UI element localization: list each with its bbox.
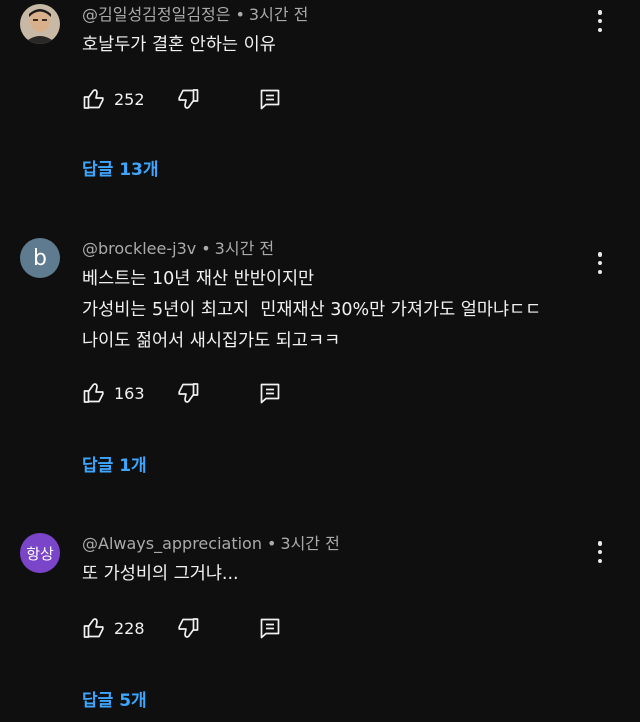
comment-actions: 163 [82, 379, 322, 407]
view-replies-button[interactable]: 답글 5개 [82, 686, 147, 711]
comment-line: 베스트는 10년 재산 반반이지만 [82, 269, 315, 289]
comment-actions: 252 [82, 85, 322, 113]
comment-line: 호날두가 결혼 안하는 이유 [82, 35, 276, 55]
comment-text: 또 가성비의 그거냐... [82, 559, 602, 590]
comment-author[interactable]: @김일성김정일김정은 [82, 5, 230, 24]
meta-separator: • [201, 239, 211, 258]
comment-reply-icon [260, 618, 280, 639]
like-button[interactable]: 163 [82, 379, 145, 407]
like-count: 228 [114, 618, 145, 638]
comment-text: 호날두가 결혼 안하는 이유 [82, 30, 602, 61]
comment-line: 또 가성비의 그거냐... [82, 564, 239, 584]
comment-time[interactable]: 3시간 전 [215, 239, 274, 258]
like-count: 252 [114, 89, 145, 109]
user-photo-icon [20, 4, 60, 44]
comment-text: 베스트는 10년 재산 반반이지만가성비는 5년이 최고지 민재재산 30%만 … [82, 264, 602, 357]
comment-meta: @Always_appreciation • 3시간 전 [82, 533, 340, 555]
thumbs-down-icon [178, 618, 199, 638]
dislike-button[interactable] [176, 614, 200, 642]
more-options-icon[interactable] [588, 8, 612, 34]
avatar[interactable]: 항상 [20, 533, 60, 573]
comment-line: 가성비는 5년이 최고지 민재재산 30%만 가져가도 얼마냐ㄷㄷ [82, 300, 542, 320]
comment-time[interactable]: 3시간 전 [280, 534, 339, 553]
comment-meta: @brocklee-j3v • 3시간 전 [82, 238, 274, 260]
view-replies-button[interactable]: 답글 1개 [82, 451, 147, 476]
comment-meta: @김일성김정일김정은 • 3시간 전 [82, 4, 308, 26]
reply-button[interactable] [258, 614, 282, 642]
thumbs-up-icon [83, 89, 104, 109]
like-count: 163 [114, 383, 145, 403]
more-options-icon[interactable] [588, 250, 612, 276]
comment-author[interactable]: @brocklee-j3v [82, 239, 196, 258]
comment-author[interactable]: @Always_appreciation [82, 534, 262, 553]
thumbs-up-icon [83, 618, 104, 638]
comment-line: 나이도 젊어서 새시집가도 되고ㅋㅋ [82, 331, 341, 351]
like-button[interactable]: 228 [82, 614, 145, 642]
comment-reply-icon [260, 383, 280, 404]
more-options-icon[interactable] [588, 539, 612, 565]
like-button[interactable]: 252 [82, 85, 145, 113]
reply-button[interactable] [258, 85, 282, 113]
meta-separator: • [266, 534, 277, 553]
avatar[interactable] [20, 4, 60, 44]
view-replies-button[interactable]: 답글 13개 [82, 155, 159, 180]
avatar-letter: 항상 [26, 544, 54, 563]
meta-separator: • [235, 5, 245, 24]
comment-actions: 228 [82, 614, 322, 642]
avatar[interactable]: b [20, 238, 60, 278]
thumbs-down-icon [178, 89, 199, 109]
dislike-button[interactable] [176, 379, 200, 407]
avatar-letter: b [33, 245, 47, 271]
comment-time[interactable]: 3시간 전 [249, 5, 308, 24]
thumbs-down-icon [178, 383, 199, 403]
reply-button[interactable] [258, 379, 282, 407]
thumbs-up-icon [83, 383, 104, 403]
dislike-button[interactable] [176, 85, 200, 113]
comment-reply-icon [260, 89, 280, 110]
